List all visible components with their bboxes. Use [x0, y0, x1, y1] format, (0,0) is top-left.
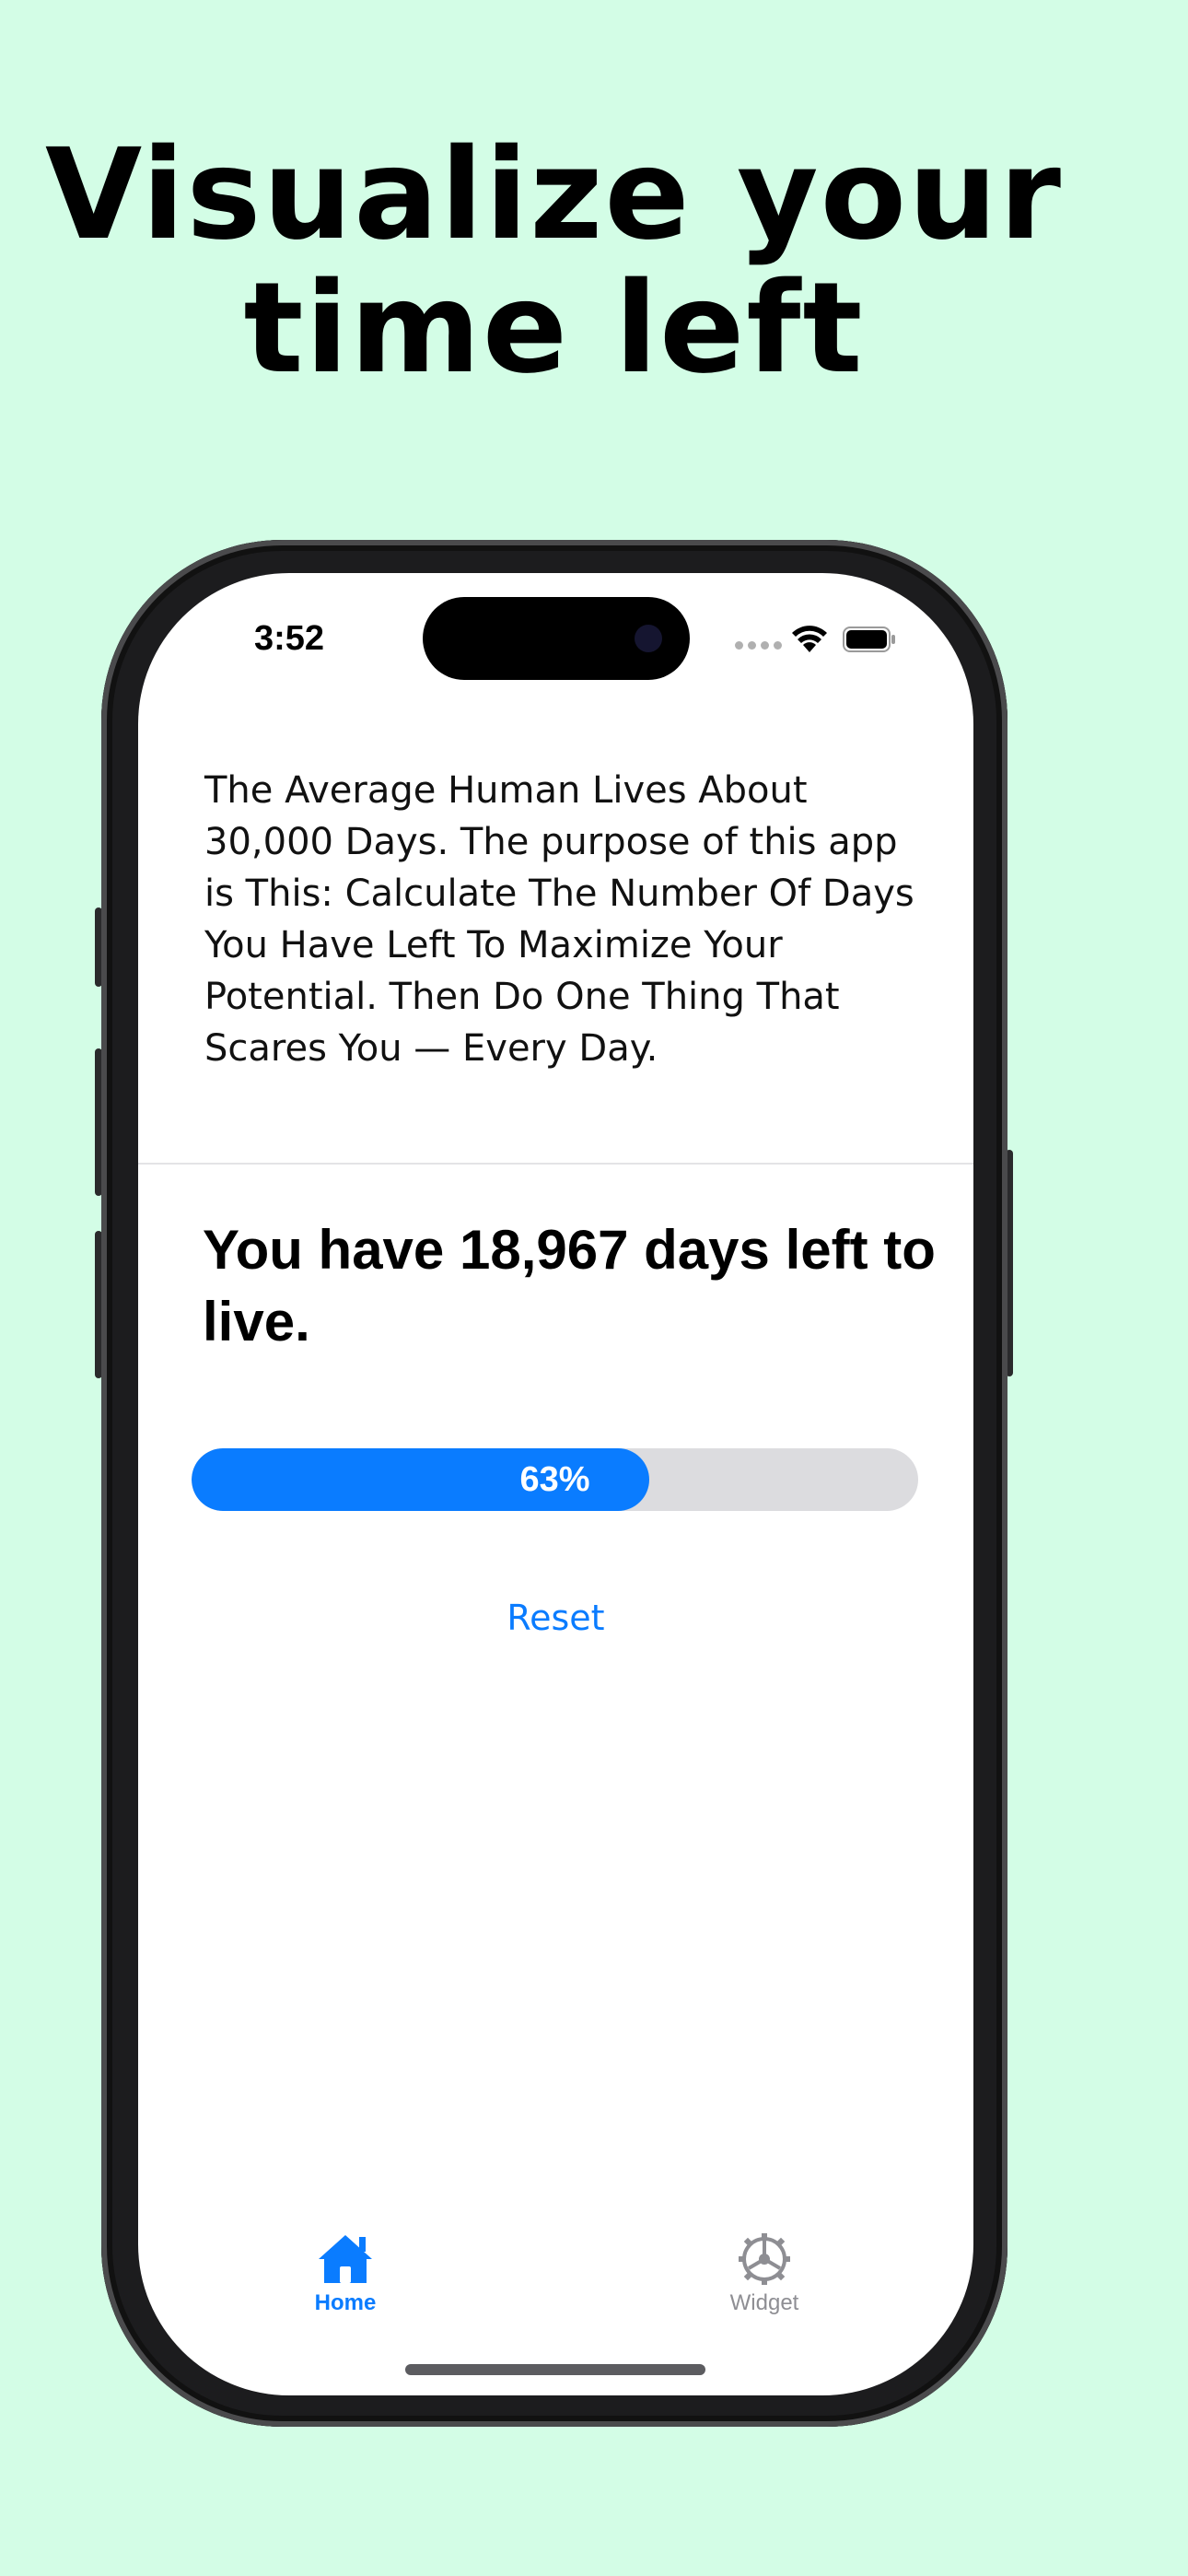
life-progress-bar: 63% [192, 1448, 918, 1511]
phone-screen: 3:52 The Average Human Lives About 30,00… [138, 573, 973, 2395]
section-divider [138, 1163, 973, 1165]
tab-home-label: Home [314, 2290, 377, 2315]
dynamic-island [423, 597, 690, 680]
tab-widget-label: Widget [729, 2290, 799, 2315]
life-progress-label: 63% [519, 1460, 590, 1499]
wifi-icon [792, 626, 827, 652]
days-left-heading: You have 18,967 days left to live. [203, 1219, 936, 1352]
marketing-headline: Visualize your time left [0, 129, 1108, 396]
camera-icon [635, 625, 662, 652]
cellular-signal-icon [735, 641, 782, 650]
reset-button[interactable]: Reset [138, 1598, 973, 1638]
tab-widget[interactable]: Widget [700, 2231, 829, 2316]
headline-line-2: time left [243, 256, 865, 402]
tab-home[interactable]: Home [281, 2231, 410, 2316]
status-time: 3:52 [254, 619, 325, 658]
battery-icon [843, 626, 895, 652]
home-indicator[interactable] [405, 2364, 705, 2375]
headline-line-1: Visualize your [45, 123, 1063, 268]
intro-text: The Average Human Lives About 30,000 Day… [204, 769, 914, 1070]
house-icon [319, 2235, 372, 2283]
gear-icon [739, 2233, 790, 2285]
